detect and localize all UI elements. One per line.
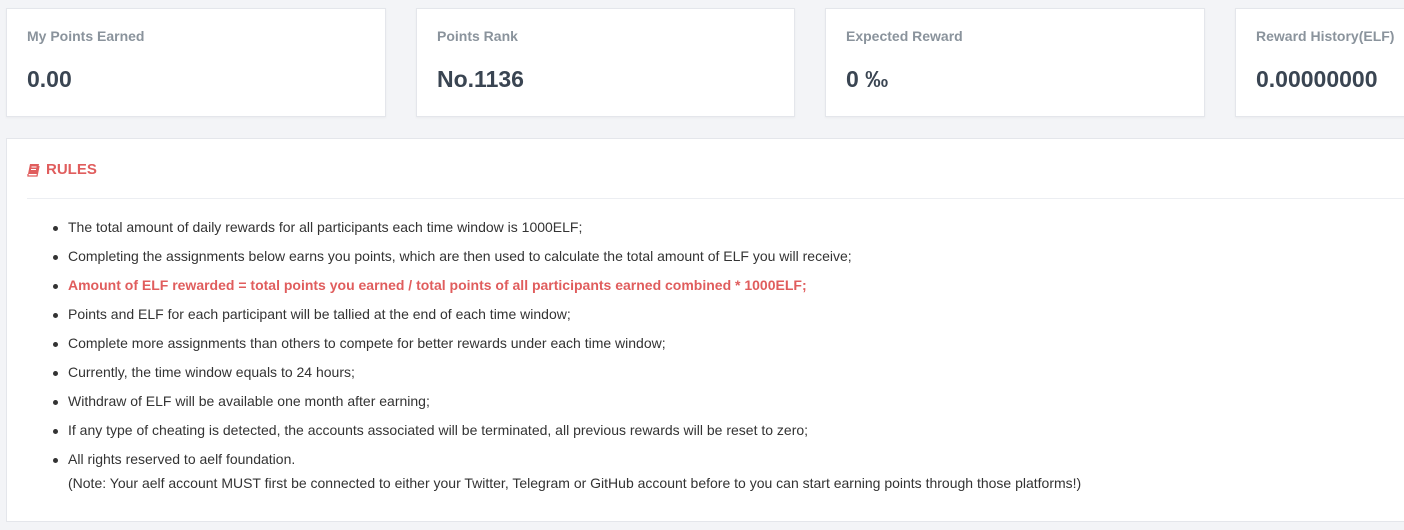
bullet-icon [53,400,58,405]
bullet-icon [53,255,58,260]
stat-card-reward-history: Reward History(ELF) 0.00000000 [1235,8,1404,117]
rules-note: (Note: Your aelf account MUST first be c… [68,475,1082,491]
bullet-icon [53,371,58,376]
rule-item: If any type of cheating is detected, the… [53,416,852,445]
stat-card-points-earned: My Points Earned 0.00 [6,8,386,117]
bullet-icon [53,429,58,434]
rule-item: Withdraw of ELF will be available one mo… [53,387,852,416]
rule-item: Completing the assignments below earns y… [53,242,852,271]
rule-item: All rights reserved to aelf foundation. [53,445,852,474]
rule-item-formula: Amount of ELF rewarded = total points yo… [53,271,852,300]
rule-item: Currently, the time window equals to 24 … [53,358,852,387]
divider [27,198,1404,199]
stat-label: Reward History(ELF) [1256,28,1395,44]
bullet-icon [53,284,58,289]
stat-card-points-rank: Points Rank No.1136 [416,8,795,117]
rules-panel: RULES The total amount of daily rewards … [6,138,1404,522]
bullet-icon [53,226,58,231]
stat-value: 0.00 [27,66,72,92]
bullet-icon [53,313,58,318]
stat-value: 0 ‰ [846,66,889,92]
stat-label: Expected Reward [846,28,963,44]
stat-value: 0.00000000 [1256,66,1378,92]
bullet-icon [53,458,58,463]
rules-title: RULES [46,161,97,178]
rule-item: Complete more assignments than others to… [53,329,852,358]
stat-label: Points Rank [437,28,518,44]
rule-item: Points and ELF for each participant will… [53,300,852,329]
bullet-icon [53,342,58,347]
stat-label: My Points Earned [27,28,145,44]
stat-card-expected-reward: Expected Reward 0 ‰ [825,8,1205,117]
rules-list: The total amount of daily rewards for al… [7,213,852,474]
rules-header: RULES [27,161,97,178]
stat-value: No.1136 [437,66,524,92]
book-icon [27,163,40,177]
rule-item: The total amount of daily rewards for al… [53,213,852,242]
